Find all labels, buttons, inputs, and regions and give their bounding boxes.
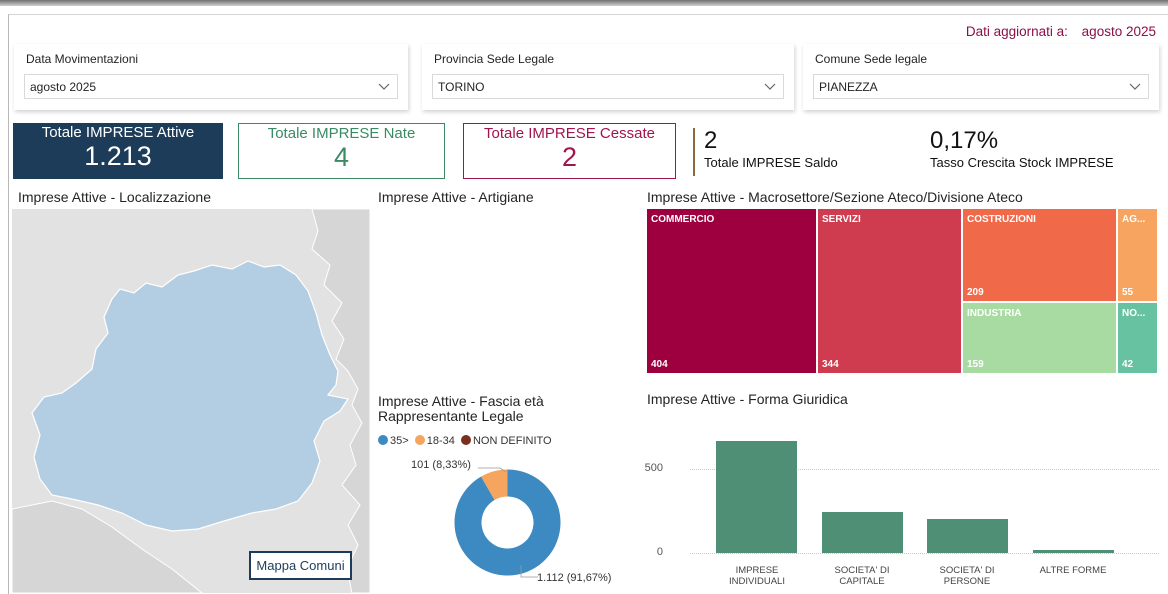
treemap-tile[interactable]: AG... 55 <box>1118 209 1157 301</box>
tile-value: 42 <box>1122 359 1134 370</box>
x-label-imprese-individuali: IMPRESE INDIVIDUALI <box>729 565 785 587</box>
tile-label: COMMERCIO <box>651 214 715 225</box>
donut-legend: 35> 18-34 NON DEFINITO <box>378 435 555 447</box>
tile-label: NO... <box>1122 308 1146 319</box>
tile-value: 404 <box>651 359 668 370</box>
slicer-dropdown-provincia[interactable]: TORINO <box>432 74 784 99</box>
treemap-tile[interactable]: SERVIZI 344 <box>818 209 961 373</box>
bar[interactable] <box>1033 550 1114 553</box>
dropdown-value: TORINO <box>438 80 485 94</box>
top-bar <box>0 0 1168 6</box>
bar[interactable] <box>716 441 797 553</box>
x-label-societa-persone: SOCIETA' DI PERSONE <box>939 565 995 587</box>
legend-dot <box>460 435 471 445</box>
map-visual[interactable] <box>12 209 370 593</box>
leader-line <box>478 467 507 473</box>
divider <box>693 128 695 176</box>
legend-dot <box>414 435 425 445</box>
legend-item[interactable]: NON DEFINITO <box>460 435 552 447</box>
bar-area <box>690 420 1159 553</box>
slicer-title: Comune Sede legale <box>815 52 928 66</box>
tile-value: 159 <box>967 359 984 370</box>
legend-item[interactable]: 18-34 <box>414 435 455 447</box>
donut-label-35: 1.112 (91,67%) <box>537 572 612 584</box>
forma-title: Imprese Attive - Forma Giuridica <box>647 391 848 407</box>
gridline <box>690 553 1159 554</box>
updated-value: agosto 2025 <box>1081 24 1156 39</box>
dropdown-value: PIANEZZA <box>819 80 878 94</box>
tile-value: 344 <box>822 359 839 370</box>
dropdown-value: agosto 2025 <box>30 80 97 94</box>
y-tick-500: 500 <box>644 462 663 474</box>
kpi-label: Tasso Crescita Stock IMPRESE <box>930 155 1114 170</box>
legend-dot <box>378 435 388 445</box>
treemap-title: Imprese Attive - Macrosettore/Sezione At… <box>647 189 1023 205</box>
y-tick-0: 0 <box>656 546 663 558</box>
slicer-title: Data Movimentazioni <box>26 52 139 66</box>
legend-item[interactable]: 35> <box>378 435 409 447</box>
tile-label: SERVIZI <box>822 214 861 225</box>
tile-value: 55 <box>1122 287 1134 298</box>
kpi-value: 2 <box>561 142 578 172</box>
tile-value: 209 <box>967 287 984 298</box>
kpi-label: Totale IMPRESE Nate <box>267 125 416 142</box>
tile-label: AG... <box>1122 214 1146 225</box>
artigiane-title: Imprese Attive - Artigiane <box>378 189 534 205</box>
kpi-label: Totale IMPRESE Cessate <box>484 125 655 142</box>
chevron-down-icon <box>378 83 390 90</box>
mappa-comuni-button[interactable]: Mappa Comuni <box>249 551 352 580</box>
kpi-card-cessate: Totale IMPRESE Cessate 2 <box>463 123 676 179</box>
legend-label: 35> <box>390 435 409 447</box>
legend-label: NON DEFINITO <box>472 435 552 447</box>
treemap-tile[interactable]: INDUSTRIA 159 <box>963 303 1116 373</box>
donut-slice[interactable] <box>454 469 561 576</box>
x-label-societa-capitale: SOCIETA' DI CAPITALE <box>834 565 890 587</box>
treemap-chart: COMMERCIO 404 SERVIZI 344 COSTRUZIONI 209 INDU… <box>647 209 1159 375</box>
kpi-card-attive: Totale IMPRESE Attive 1.213 <box>13 123 223 179</box>
dashboard: Dati aggiornati a: agosto 2025 Data Movi… <box>0 0 1168 594</box>
chevron-down-icon <box>764 83 776 90</box>
updated-label: Dati aggiornati a: <box>965 24 1068 39</box>
kpi-label: Totale IMPRESE Saldo <box>704 155 838 170</box>
kpi-value: 0,17% <box>930 127 999 154</box>
legend-label: 18-34 <box>426 435 455 447</box>
chevron-down-icon <box>1129 83 1141 90</box>
donut-label-18-34: 101 (8,33%) <box>411 459 471 471</box>
x-label-altre-forme: ALTRE FORME <box>1039 565 1107 576</box>
kpi-value: 1.213 <box>84 141 152 171</box>
slicer-dropdown-comune[interactable]: PIANEZZA <box>813 74 1149 99</box>
donut-title: Imprese Attive - Fascia età Rappresentan… <box>378 393 544 424</box>
slicer-provincia: Provincia Sede Legale TORINO <box>422 44 794 110</box>
treemap-tile[interactable]: NO... 42 <box>1118 303 1157 373</box>
data-updated-info: Dati aggiornati a: agosto 2025 <box>966 24 1156 39</box>
treemap-tile[interactable]: COMMERCIO 404 <box>647 209 816 373</box>
tile-label: INDUSTRIA <box>967 308 1022 319</box>
slicer-title: Provincia Sede Legale <box>434 52 555 66</box>
slicer-data-movimentazioni: Data Movimentazioni agosto 2025 <box>14 44 408 110</box>
kpi-value: 4 <box>333 142 350 172</box>
kpi-saldo: 2 Totale IMPRESE Saldo <box>704 127 838 171</box>
region-map <box>12 209 370 593</box>
kpi-card-nate: Totale IMPRESE Nate 4 <box>238 123 445 179</box>
bar[interactable] <box>822 512 903 553</box>
treemap-tile[interactable]: COSTRUZIONI 209 <box>963 209 1116 301</box>
slicer-dropdown-data[interactable]: agosto 2025 <box>24 74 398 99</box>
map-title: Imprese Attive - Localizzazione <box>18 189 211 205</box>
bar[interactable] <box>927 519 1008 553</box>
kpi-label: Totale IMPRESE Attive <box>41 124 195 141</box>
tile-label: COSTRUZIONI <box>967 214 1036 225</box>
kpi-value: 2 <box>704 127 718 154</box>
donut-chart[interactable] <box>440 455 575 590</box>
slicer-comune: Comune Sede legale PIANEZZA <box>803 44 1159 110</box>
kpi-tasso: 0,17% Tasso Crescita Stock IMPRESE <box>930 127 1114 171</box>
